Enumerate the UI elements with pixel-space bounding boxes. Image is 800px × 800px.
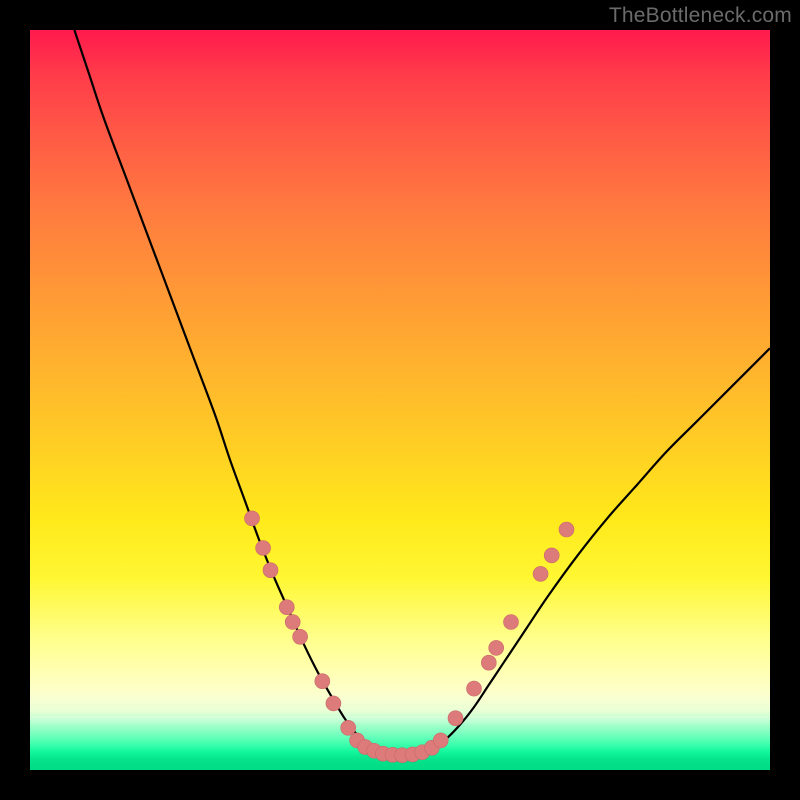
marker-dot [559,522,574,537]
marker-dot [448,711,463,726]
marker-dot [263,563,278,578]
marker-dot [533,566,548,581]
marker-dot [433,733,448,748]
marker-dot [489,640,504,655]
marker-dot [293,629,308,644]
marker-dot [245,511,260,526]
bottleneck-curve [74,30,770,755]
marker-dot [481,655,496,670]
watermark-text: TheBottleneck.com [609,4,792,28]
marker-dot [326,696,341,711]
marker-dot [315,674,330,689]
marker-dot [256,541,271,556]
marker-dot [279,600,294,615]
marker-dot [504,615,519,630]
marker-dot [341,720,356,735]
curve-markers [245,511,575,763]
outer-frame: TheBottleneck.com [0,0,800,800]
marker-dot [544,548,559,563]
plot-area [30,30,770,770]
marker-dot [285,615,300,630]
marker-dot [467,681,482,696]
chart-svg [30,30,770,770]
